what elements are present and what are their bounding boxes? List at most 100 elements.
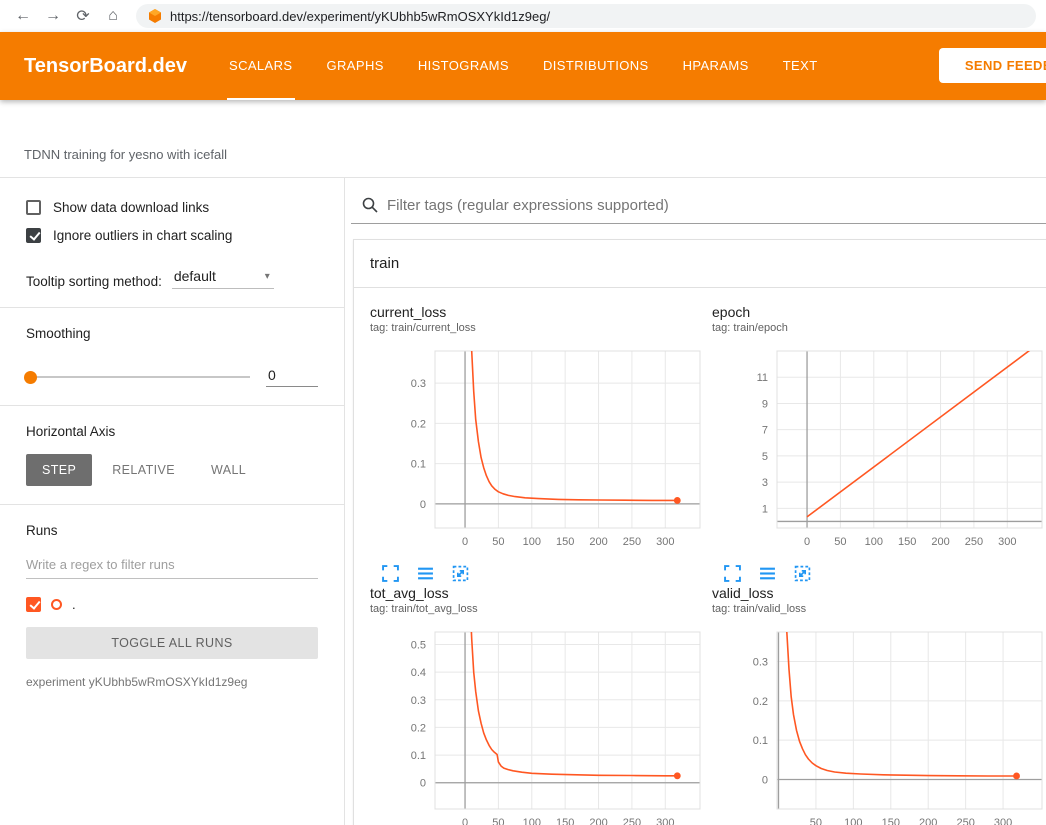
smoothing-value[interactable]: 0 (266, 367, 318, 387)
svg-text:0: 0 (804, 536, 810, 548)
divider (0, 504, 344, 505)
tag-group-card: train current_loss tag: train/current_los… (353, 239, 1046, 825)
svg-text:0: 0 (462, 536, 468, 548)
tab-scalars[interactable]: SCALARS (227, 32, 295, 100)
main-panel: train current_loss tag: train/current_los… (345, 178, 1046, 825)
svg-text:250: 250 (965, 536, 983, 548)
site-favicon (148, 9, 162, 23)
svg-text:11: 11 (757, 372, 768, 384)
chart-title: current_loss (370, 304, 712, 320)
svg-text:0.4: 0.4 (411, 667, 426, 679)
horizontal-axis-buttons: STEPRELATIVEWALL (26, 454, 318, 486)
svg-text:0.1: 0.1 (753, 735, 768, 747)
svg-text:200: 200 (919, 817, 937, 825)
show-download-checkbox[interactable] (26, 200, 41, 215)
tooltip-sorting-select[interactable]: default ▾ (172, 267, 274, 289)
chart-tag: tag: train/valid_loss (712, 603, 1046, 615)
smoothing-slider-thumb[interactable] (24, 371, 37, 384)
svg-text:150: 150 (898, 536, 916, 548)
fit-domain-icon[interactable] (452, 565, 470, 583)
svg-text:100: 100 (523, 817, 541, 825)
send-feedback-button[interactable]: SEND FEEDBACK (939, 48, 1046, 83)
chart-card-tot_avg_loss: tot_avg_losstag: train/tot_avg_loss05010… (370, 585, 712, 825)
back-icon[interactable]: ← (10, 7, 36, 25)
svg-text:150: 150 (882, 817, 900, 825)
runs-filter-input[interactable] (26, 553, 318, 579)
experiment-title-row: TDNN training for yesno with icefall (0, 100, 1046, 178)
svg-text:150: 150 (556, 817, 574, 825)
svg-text:1: 1 (762, 503, 768, 515)
svg-text:0: 0 (420, 499, 426, 511)
tab-distributions[interactable]: DISTRIBUTIONS (541, 32, 651, 100)
svg-text:200: 200 (931, 536, 949, 548)
tag-group-header[interactable]: train (354, 240, 1046, 288)
svg-text:0.3: 0.3 (753, 657, 768, 669)
axis-button-wall[interactable]: WALL (195, 454, 262, 486)
divider (0, 307, 344, 308)
chart-title: tot_avg_loss (370, 585, 712, 601)
chart-plot-tot_avg_loss[interactable]: 05010015020025030000.10.20.30.40.5 (370, 624, 707, 825)
chart-data-icon[interactable] (759, 565, 777, 583)
reload-icon[interactable]: ⟳ (70, 6, 96, 26)
svg-text:100: 100 (865, 536, 883, 548)
runs-label: Runs (26, 523, 318, 538)
app-header: TensorBoard.dev SCALARS GRAPHS HISTOGRAMS D… (0, 32, 1046, 100)
experiment-id-text: experiment yKUbhb5wRmOSXYkId1z9eg (26, 675, 318, 689)
chart-card-current_loss: current_loss tag: train/current_loss 0 50 10… (370, 304, 712, 583)
smoothing-label: Smoothing (26, 326, 318, 341)
ignore-outliers-checkbox[interactable] (26, 228, 41, 243)
show-download-label: Show data download links (53, 200, 209, 215)
home-icon[interactable]: ⌂ (100, 7, 126, 25)
chart-data-icon[interactable] (417, 565, 435, 583)
svg-text:100: 100 (844, 817, 862, 825)
fit-domain-icon[interactable] (794, 565, 812, 583)
chart-toolbar (712, 565, 1046, 583)
run-color-swatch (51, 599, 62, 610)
smoothing-slider[interactable] (26, 376, 250, 378)
chart-card-valid_loss: valid_losstag: train/valid_loss501001502… (712, 585, 1046, 825)
svg-text:150: 150 (556, 536, 574, 548)
svg-text:0.1: 0.1 (411, 750, 426, 762)
chart-plot-epoch[interactable]: 0501001502002503001357911 (712, 343, 1046, 555)
horizontal-axis-label: Horizontal Axis (26, 424, 318, 439)
tag-filter-input[interactable] (387, 197, 1046, 214)
chevron-down-icon: ▾ (265, 271, 270, 282)
tab-graphs[interactable]: GRAPHS (325, 32, 386, 100)
chart-card-epoch: epochtag: train/epoch0501001502002503001… (712, 304, 1046, 583)
svg-text:50: 50 (492, 536, 504, 548)
svg-text:9: 9 (762, 398, 768, 410)
svg-text:5: 5 (762, 451, 768, 463)
chart-tag: tag: train/current_loss (370, 322, 712, 334)
tab-text[interactable]: TEXT (781, 32, 820, 100)
svg-text:50: 50 (810, 817, 822, 825)
chart-plot-valid_loss[interactable]: 5010015020025030000.10.20.3 (712, 624, 1046, 825)
url-text: https://tensorboard.dev/experiment/yKUbh… (170, 9, 550, 24)
run-list-item: . (26, 597, 318, 612)
chart-plot-current_loss[interactable]: 05010015020025030000.10.20.3 (370, 343, 707, 555)
ignore-outliers-label: Ignore outliers in chart scaling (53, 228, 232, 243)
expand-chart-icon[interactable] (382, 565, 400, 583)
axis-button-step[interactable]: STEP (26, 454, 92, 486)
tab-hparams[interactable]: HPARAMS (681, 32, 751, 100)
axis-button-relative[interactable]: RELATIVE (96, 454, 191, 486)
browser-toolbar: ← → ⟳ ⌂ https://tensorboard.dev/experime… (0, 0, 1046, 32)
app-logo[interactable]: TensorBoard.dev (24, 55, 187, 78)
chart-toolbar (370, 565, 712, 583)
expand-chart-icon[interactable] (724, 565, 742, 583)
svg-text:0: 0 (420, 778, 426, 790)
address-bar[interactable]: https://tensorboard.dev/experiment/yKUbh… (136, 4, 1036, 28)
svg-text:200: 200 (589, 817, 607, 825)
run-checkbox[interactable] (26, 597, 41, 612)
forward-icon[interactable]: → (40, 7, 66, 25)
tab-histograms[interactable]: HISTOGRAMS (416, 32, 511, 100)
svg-text:7: 7 (762, 425, 768, 437)
charts-grid: current_losstag: train/current_loss05010… (354, 288, 1046, 825)
experiment-title: TDNN training for yesno with icefall (24, 147, 227, 162)
svg-text:0.2: 0.2 (411, 418, 426, 430)
svg-text:200: 200 (589, 536, 607, 548)
svg-text:0.3: 0.3 (411, 378, 426, 390)
toggle-all-runs-button[interactable]: TOGGLE ALL RUNS (26, 627, 318, 659)
tooltip-sorting-value: default (174, 268, 216, 284)
svg-text:300: 300 (656, 817, 674, 825)
svg-text:100: 100 (523, 536, 541, 548)
